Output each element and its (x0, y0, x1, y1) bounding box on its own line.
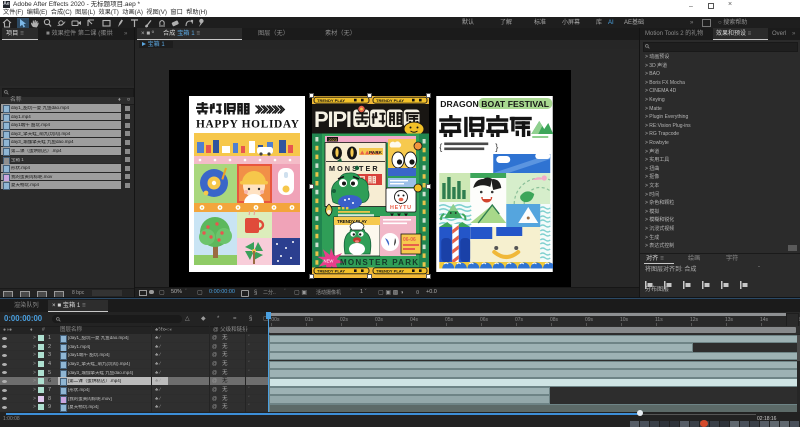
svg-text:{: { (439, 142, 442, 152)
svg-text:}: } (495, 142, 498, 152)
svg-text:HAPPY HOLIDAY: HAPPY HOLIDAY (196, 119, 300, 131)
svg-text:2023: 2023 (328, 138, 336, 142)
svg-text:06-06: 06-06 (403, 237, 416, 243)
svg-text:MONSTER PARK: MONSTER PARK (340, 258, 420, 267)
svg-text:NEW: NEW (323, 258, 333, 263)
svg-text:PIPI: PIPI (314, 107, 351, 132)
svg-text:HEYTU: HEYTU (390, 205, 412, 211)
svg-text:TRENDY PLAY: TRENDY PLAY (317, 268, 345, 273)
svg-text:PARK: PARK (369, 150, 383, 155)
svg-text:TRENDY PLAY: TRENDY PLAY (376, 268, 404, 273)
svg-text:TRENDY PLAY: TRENDY PLAY (376, 98, 404, 103)
svg-text:TRENDY PLAY: TRENDY PLAY (317, 98, 345, 103)
svg-text:DRAGON BOAT FESTIVAL: DRAGON BOAT FESTIVAL (440, 99, 549, 109)
svg-text:MONSTER: MONSTER (329, 164, 379, 173)
